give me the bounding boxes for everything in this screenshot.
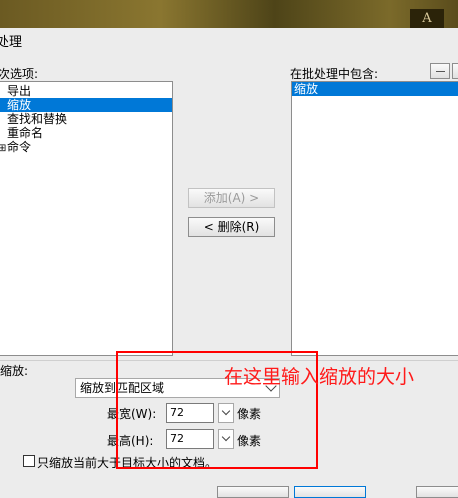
- list-item-label: 缩放: [7, 98, 32, 112]
- batch-item-scale[interactable]: 缩放: [292, 82, 458, 96]
- list-item-commands[interactable]: ⊞命令: [0, 140, 172, 154]
- remove-from-batch-button[interactable]: [430, 63, 450, 79]
- only-larger-checkbox[interactable]: [23, 455, 35, 467]
- list-item-label: 导出: [7, 84, 32, 98]
- list-item-scale[interactable]: 缩放: [0, 98, 172, 112]
- list-item-label: 重命名: [7, 126, 44, 140]
- left-panel-label: 次选项:: [0, 67, 39, 81]
- bottom-button-1[interactable]: [217, 486, 289, 498]
- options-list[interactable]: 导出 缩放 查找和替换 重命名 ⊞命令: [0, 81, 173, 356]
- add-to-batch-button[interactable]: [452, 63, 458, 79]
- list-item-rename[interactable]: 重命名: [0, 126, 172, 140]
- bottom-button-3[interactable]: [416, 486, 458, 498]
- bottom-button-2[interactable]: [294, 486, 366, 498]
- remove-button[interactable]: < 删除(R): [188, 217, 275, 237]
- window-title: 处理: [0, 35, 23, 50]
- list-item-label: 命令: [7, 140, 32, 154]
- adobe-logo-icon: A: [410, 9, 444, 28]
- add-button[interactable]: 添加(A) >: [188, 188, 275, 208]
- scale-section-label: 缩放:: [0, 364, 29, 378]
- list-item-label: 查找和替换: [7, 112, 68, 126]
- title-bar: [0, 0, 458, 28]
- list-item-export[interactable]: 导出: [0, 84, 172, 98]
- annotation-text: 在这里输入缩放的大小: [224, 366, 415, 388]
- minus-icon: [436, 71, 445, 72]
- list-item-find-replace[interactable]: 查找和替换: [0, 112, 172, 126]
- expand-plus-icon[interactable]: ⊞: [0, 144, 7, 154]
- batch-list[interactable]: 缩放: [291, 81, 458, 356]
- list-item-label: 缩放: [294, 82, 319, 96]
- right-panel-label: 在批处理中包含:: [290, 67, 379, 81]
